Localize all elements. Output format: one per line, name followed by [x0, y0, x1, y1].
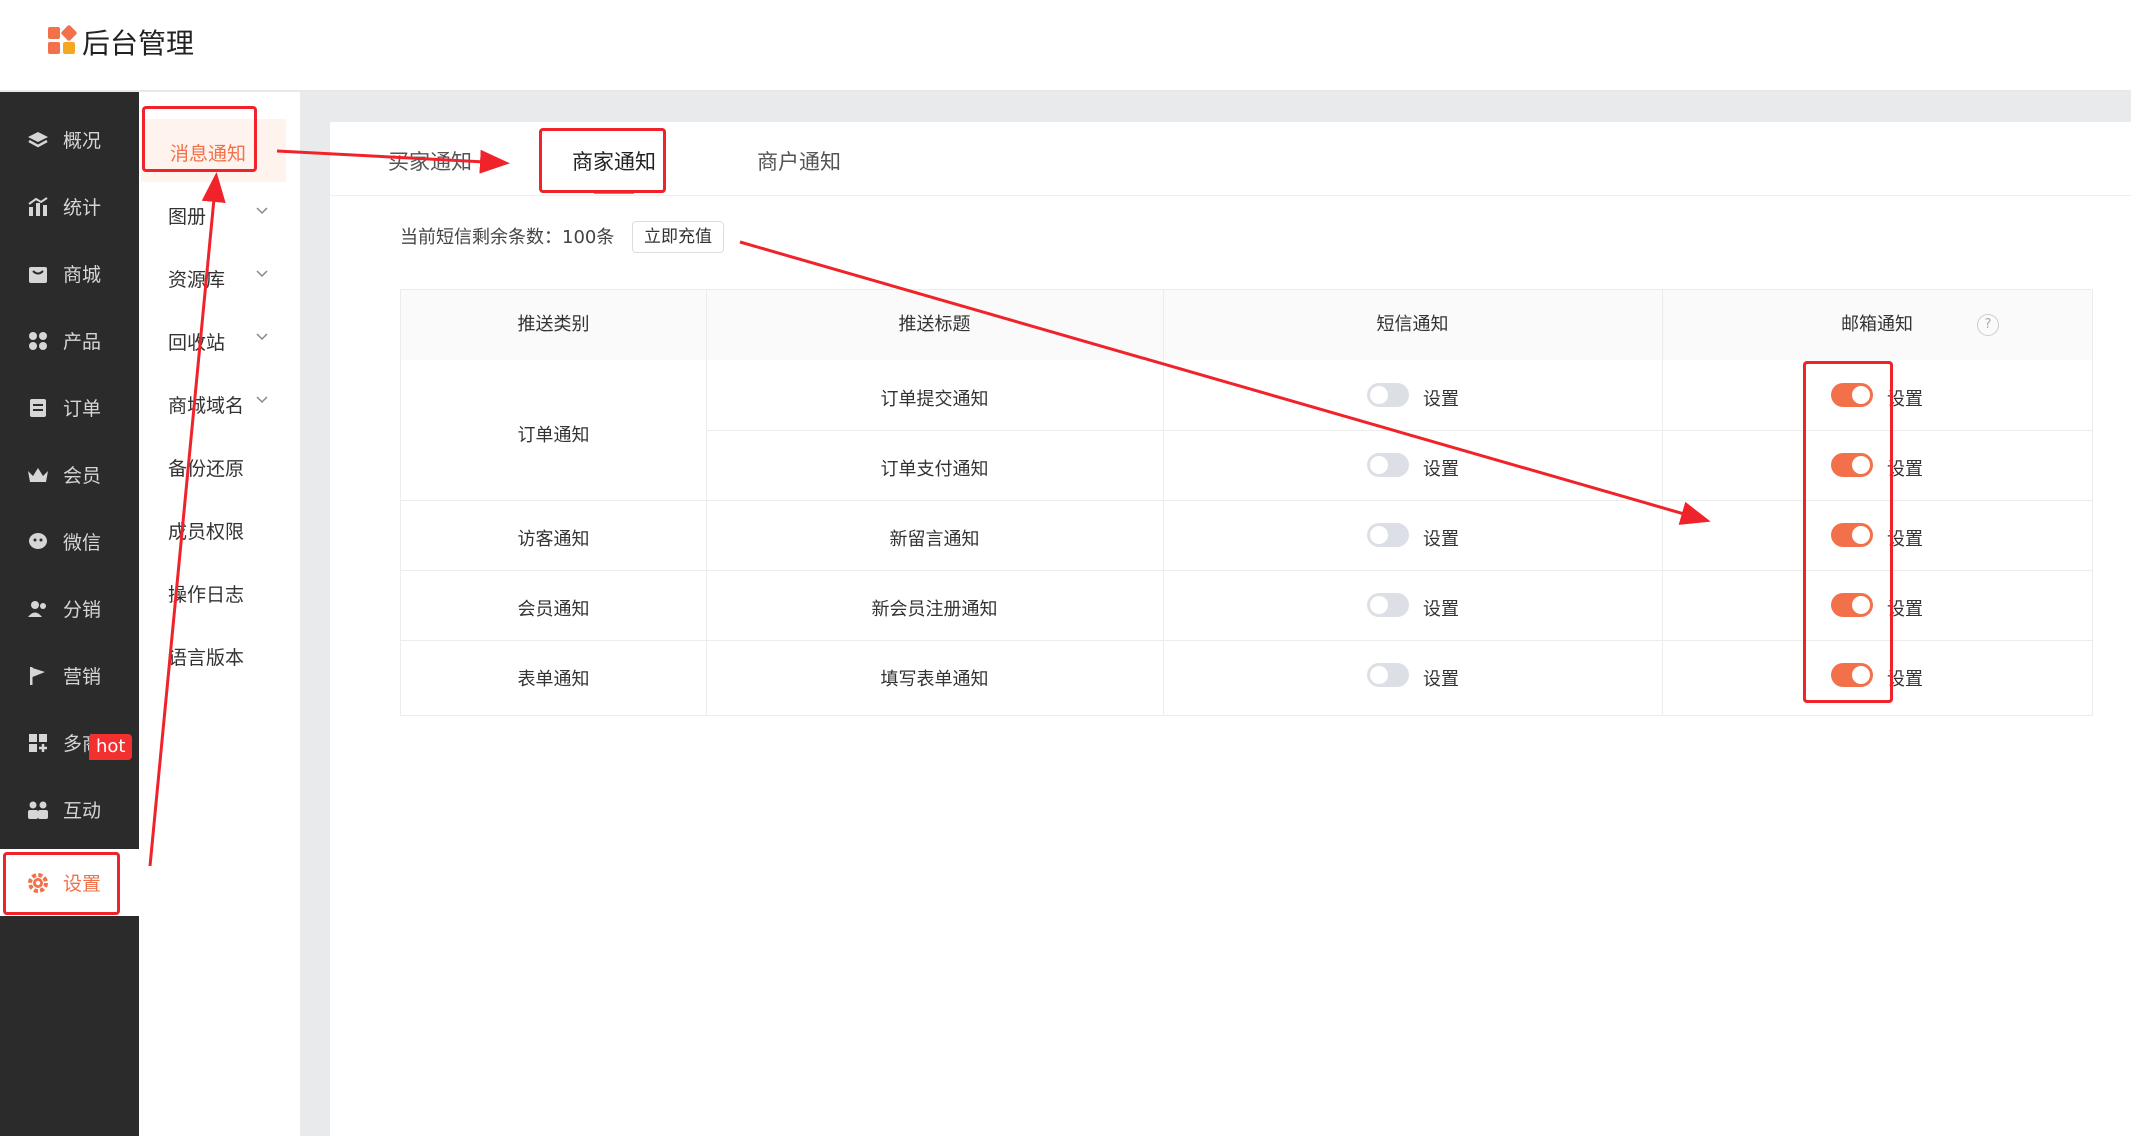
annotation-arrows	[148, 149, 1711, 867]
arrow-settings-to-submenu	[148, 172, 226, 867]
arrow-submenu-to-tab	[276, 149, 510, 174]
arrow-recharge-to-email	[739, 240, 1711, 525]
